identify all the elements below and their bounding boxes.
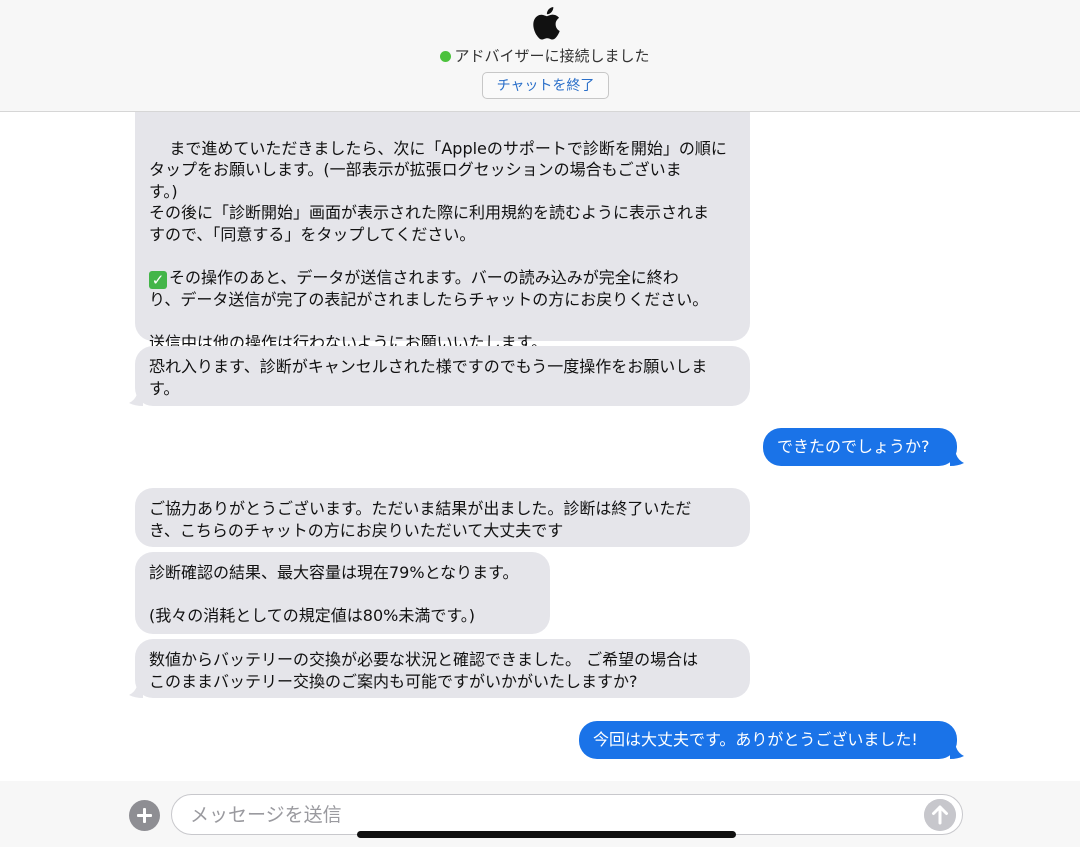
message-line: すので、「同意する」をタップしてください。 bbox=[149, 224, 476, 244]
home-indicator bbox=[357, 831, 736, 838]
message-line: その後に「診断開始」画面が表示された際に利用規約を読むように表示されま bbox=[149, 203, 710, 222]
bubble-tail bbox=[950, 454, 964, 466]
advisor-message: ご協力ありがとうございます。ただいま結果が出ました。診断は終了いただ き、こちら… bbox=[135, 488, 750, 547]
connection-status-text: アドバイザーに接続しました bbox=[454, 47, 650, 65]
chat-screen: アドバイザーに接続しました チャットを終了 まで進めていただきましたら、次に「A… bbox=[0, 0, 1080, 847]
online-status-dot bbox=[440, 51, 452, 62]
advisor-message: 恐れ入ります、診断がキャンセルされた様ですのでもう一度操作をお願いしま す。 bbox=[135, 346, 750, 406]
end-chat-button[interactable]: チャットを終了 bbox=[482, 72, 609, 99]
user-message: できたのでしょうか? bbox=[763, 428, 957, 466]
send-arrow-icon[interactable] bbox=[924, 799, 956, 831]
bubble-tail bbox=[129, 686, 143, 698]
bubble-tail bbox=[950, 747, 964, 759]
message-line: り、データ送信が完了の表記がされましたらチャットの方にお戻りください。 bbox=[149, 289, 709, 309]
user-message: 今回は大丈夫です。ありがとうございました! bbox=[579, 721, 957, 759]
chat-header-overlay: アドバイザーに接続しました チャットを終了 bbox=[0, 0, 1080, 112]
plus-circle-icon[interactable] bbox=[129, 800, 160, 831]
message-line: まで進めていただきましたら、次に「Appleのサポートで診断を開始」の順に bbox=[169, 138, 727, 158]
message-line: その操作のあと、データが送信されます。バーの読み込みが完全に終わ bbox=[169, 267, 679, 287]
check-mark-icon: ✓ bbox=[149, 270, 167, 289]
message-line: す。) bbox=[149, 181, 178, 201]
connection-status: アドバイザーに接続しました bbox=[0, 46, 1080, 66]
message-line: タップをお願いします。(一部表示が拡張ログセッションの場合もございま bbox=[149, 160, 682, 179]
apple-logo-icon bbox=[533, 7, 560, 40]
advisor-message: まで進めていただきましたら、次に「Appleのサポートで診断を開始」の順にタップ… bbox=[135, 96, 750, 352]
bubble-tail bbox=[129, 394, 143, 406]
advisor-message: 数値からバッテリーの交換が必要な状況と確認できました。 ご希望の場合は このまま… bbox=[135, 639, 750, 698]
advisor-message: 診断確認の結果、最大容量は現在79%となります。 (我々の消耗としての規定値は8… bbox=[135, 552, 550, 634]
message-input[interactable] bbox=[171, 794, 963, 835]
